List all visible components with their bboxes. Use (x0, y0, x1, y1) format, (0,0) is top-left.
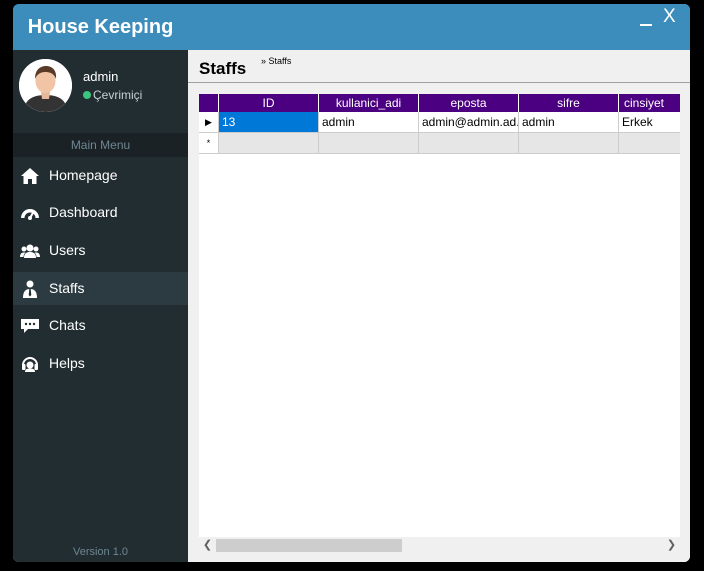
page-title: Staffs (199, 59, 247, 78)
table-row[interactable]: ▶ 13 admin admin@admin.ad... admin Erkek (199, 112, 680, 133)
column-header-kullanici-adi[interactable]: kullanici_adi (319, 94, 419, 112)
staff-data-grid[interactable]: ID kullanici_adi eposta sifre cinsiyet ▶… (199, 94, 680, 554)
scroll-right-icon[interactable]: ❯ (663, 537, 680, 554)
horizontal-scrollbar[interactable]: ❮ ❯ (199, 537, 680, 554)
sidebar-item-label: Dashboard (49, 204, 118, 220)
new-row-indicator-icon[interactable]: * (199, 133, 219, 154)
version-label: Version 1.0 (72, 546, 129, 558)
avatar-icon (19, 59, 72, 112)
table-cell-eposta[interactable]: admin@admin.ad... (419, 112, 519, 133)
sidebar-item-label: Chats (49, 317, 86, 333)
column-header-id[interactable]: ID (219, 94, 319, 112)
column-header-cinsiyet[interactable]: cinsiyet (619, 94, 680, 112)
new-row-cell[interactable] (319, 133, 419, 154)
close-button[interactable]: X (663, 6, 676, 28)
scrollbar-thumb[interactable] (216, 539, 402, 552)
minimize-button[interactable] (640, 8, 654, 26)
user-status-label: Çevrimiçi (93, 88, 143, 102)
sidebar-item-helps[interactable]: Helps (13, 347, 188, 380)
new-row-cell[interactable] (219, 133, 319, 154)
user-panel: admin Çevrimiçi (13, 50, 188, 132)
online-status-icon (83, 91, 91, 99)
user-status: Çevrimiçi (83, 88, 142, 102)
sidebar-item-label: Staffs (49, 280, 85, 296)
grid-header-row: ID kullanici_adi eposta sifre cinsiyet (199, 94, 680, 112)
menu-header: Main Menu (13, 133, 188, 157)
new-row[interactable]: * (199, 133, 680, 154)
sidebar-item-homepage[interactable]: Homepage (13, 159, 188, 192)
main-content: Staffs » Staffs ID kullanici_adi eposta … (188, 50, 690, 562)
scroll-left-icon[interactable]: ❮ (199, 537, 216, 554)
new-row-cell[interactable] (519, 133, 619, 154)
grid-corner-header[interactable] (199, 94, 219, 112)
minimize-icon (640, 24, 652, 26)
app-window: House Keeping admin Çevrimiçi Main Menu (13, 4, 690, 562)
table-cell-cinsiyet[interactable]: Erkek (619, 112, 680, 133)
headset-icon (22, 357, 38, 372)
home-icon (21, 168, 39, 184)
sidebar-item-dashboard[interactable]: Dashboard (13, 196, 188, 229)
sidebar: House Keeping admin Çevrimiçi Main Menu (13, 4, 188, 562)
users-icon (20, 244, 40, 258)
sidebar-item-chats[interactable]: Chats (13, 309, 188, 342)
user-name: admin (83, 69, 119, 84)
current-row-indicator-icon[interactable]: ▶ (199, 112, 219, 133)
dashboard-icon (21, 209, 39, 220)
table-cell-id[interactable]: 13 (219, 112, 319, 133)
table-cell-sifre[interactable]: admin (519, 112, 619, 133)
sidebar-item-label: Homepage (49, 167, 118, 183)
sidebar-item-label: Users (49, 242, 86, 258)
staff-icon (23, 280, 37, 298)
app-title: House Keeping (13, 4, 188, 50)
new-row-cell[interactable] (419, 133, 519, 154)
chat-icon (21, 319, 39, 333)
sidebar-item-label: Helps (49, 355, 85, 371)
title-bar: X (188, 4, 690, 50)
new-row-cell[interactable] (619, 133, 680, 154)
table-cell-kullanici-adi[interactable]: admin (319, 112, 419, 133)
avatar (19, 59, 72, 112)
breadcrumb: » Staffs (261, 56, 292, 66)
column-header-eposta[interactable]: eposta (419, 94, 519, 112)
divider (188, 82, 690, 83)
sidebar-item-users[interactable]: Users (13, 234, 188, 267)
column-header-sifre[interactable]: sifre (519, 94, 619, 112)
sidebar-item-staffs[interactable]: Staffs (13, 272, 188, 305)
